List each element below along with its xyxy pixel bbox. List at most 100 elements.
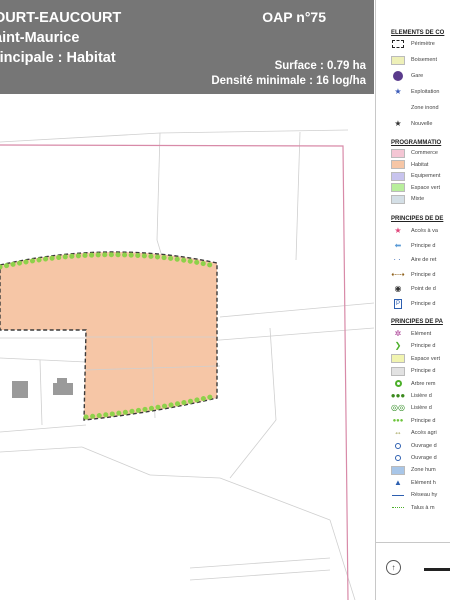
vocation-label: rincipale : Habitat: [0, 50, 116, 66]
swatch-icon: [391, 366, 405, 376]
legend-item-label: Ouvrage d: [411, 455, 437, 461]
map-legend: ELEMENTS DE CO Périmètre Boisement Gare ★ Ex…: [375, 0, 450, 600]
legend-item: ◉ Point de d: [391, 284, 436, 294]
double-ring-icon: ◎◎: [391, 403, 405, 413]
legend-item: Gare: [391, 71, 423, 81]
legend-item: ★ Exploitation: [391, 87, 439, 97]
swatch-icon: [391, 183, 405, 192]
legend-item: Commerce: [391, 148, 438, 158]
legend-item: Talus à m: [391, 503, 435, 513]
double-arrow-olive-icon: ⇔: [394, 428, 402, 438]
legend-item-label: Accès agri: [411, 430, 437, 437]
legend-item: Zone inond: [391, 103, 439, 113]
legend-item-label: Zone inond: [411, 105, 439, 111]
legend-item: Boisement: [391, 55, 437, 65]
legend-item-label: Espace vert: [411, 355, 441, 362]
legend-item: Mixte: [391, 194, 424, 204]
pink-star-icon: ★: [394, 226, 402, 235]
density-label: Densité minimale : 16 log/ha: [211, 75, 366, 87]
legend-item: ◎◎ Lisière d: [391, 403, 432, 413]
legend-item: Espace vert: [391, 354, 440, 364]
legend-item: ●●● Lisière d: [391, 391, 432, 401]
legend-item-label: Principe d: [411, 300, 436, 307]
chevron-icon: ❯: [394, 341, 402, 351]
legend-item: ⬅ Principe d: [391, 241, 436, 251]
legend-item-label: Lisière d: [411, 393, 432, 399]
dashed-square-icon: [391, 40, 405, 49]
swatch-icon: [391, 160, 405, 169]
target-icon: ◉: [394, 284, 402, 293]
ring-icon: [391, 379, 405, 388]
site-name: aint-Maurice: [0, 30, 80, 46]
blue-circle-icon: [391, 441, 405, 450]
legend-item: Espace vert: [391, 183, 440, 193]
legend-item-label: Equipement: [411, 173, 441, 179]
swatch-icon: [391, 194, 405, 204]
legend-item-label: Habitat: [411, 161, 429, 168]
legend-item-label: Réseau hy: [411, 492, 438, 499]
line-icon: [391, 491, 405, 500]
site-map: [0, 129, 374, 600]
legend-item: Zone hum: [391, 465, 436, 475]
dotted-line-icon: ··: [393, 255, 403, 264]
legend-item-label: Elément h: [411, 479, 436, 486]
surface-label: Surface : 0.79 ha: [274, 60, 366, 72]
legend-item-label: Zone hum: [411, 467, 436, 474]
site-stats: Surface : 0.79 ha Densité minimale : 16 …: [211, 59, 366, 89]
legend-item-label: Lisière d: [411, 405, 432, 412]
oap-number: OAP n°75: [262, 9, 326, 25]
legend-item: ⇠⇢ Principe d: [391, 270, 435, 280]
dotted-green-icon: [391, 503, 405, 512]
legend-section-programmation: PROGRAMMATIO: [391, 140, 442, 146]
legend-item-label: Boisement: [411, 57, 437, 63]
legend-item-label: Principe d: [411, 242, 436, 249]
legend-item: Périmètre: [391, 39, 435, 49]
legend-item-label: Arbre rem: [411, 380, 436, 387]
legend-item-label: Espace vert: [411, 184, 441, 191]
legend-item: ★ Accès à va: [391, 226, 438, 236]
legend-section-desserte: PRINCIPES DE DE: [391, 216, 444, 222]
dot-row-icon: ●●●: [392, 417, 404, 424]
legend-item: Habitat: [391, 160, 428, 170]
swatch-icon: [391, 354, 405, 364]
blue-circle-icon: [391, 454, 405, 463]
swatch-icon: [391, 55, 405, 65]
legend-item-label: Principe d: [411, 368, 436, 375]
legend-item-label: Aire de ret: [411, 257, 437, 263]
habitat-zone: [0, 251, 218, 421]
legend-item-label: Mixte: [411, 196, 425, 202]
buildings: [12, 378, 73, 398]
legend-item-label: Ouvrage d: [411, 442, 437, 449]
swatch-icon: [391, 465, 405, 475]
legend-item-label: Périmètre: [411, 41, 435, 47]
legend-item-label: Principe d: [411, 417, 436, 424]
legend-item: Equipement: [391, 171, 440, 181]
train-icon: [391, 71, 405, 81]
legend-item-label: Gare: [411, 73, 424, 79]
legend-item: ▲ Elément h: [391, 478, 436, 488]
legend-section-elements: ELEMENTS DE CO: [391, 30, 445, 36]
swatch-icon: [391, 171, 405, 181]
legend-section-paysage: PRINCIPES DE PA: [391, 319, 443, 325]
legend-item: Ouvrage d: [391, 441, 437, 451]
legend-item-label: Principe d: [411, 271, 436, 278]
legend-divider: [376, 542, 450, 543]
legend-item: Ouvrage d: [391, 453, 437, 463]
legend-item: Arbre rem: [391, 379, 435, 389]
commune-name: OURT-EAUCOURT: [0, 10, 122, 26]
legend-item: ❯ Principe d: [391, 341, 436, 351]
legend-item: Principe d: [391, 366, 435, 376]
legend-item: ⇔ Accès agri: [391, 428, 437, 438]
legend-item-label: Nouvelle: [411, 121, 433, 127]
star-icon: ★: [394, 87, 402, 96]
scale-bar: [424, 568, 450, 571]
legend-item: ·· Aire de ret: [391, 255, 436, 265]
legend-item-label: Elément: [411, 331, 432, 337]
double-arrow-icon: ⇠⇢: [391, 269, 405, 279]
legend-item: ★ Nouvelle: [391, 119, 432, 129]
blank-icon: [391, 104, 405, 113]
legend-item-label: Exploitation: [411, 89, 440, 95]
legend-item-label: Accès à va: [411, 228, 438, 234]
star-icon: ★: [394, 119, 402, 128]
legend-item: ✲ Elément: [391, 329, 432, 339]
